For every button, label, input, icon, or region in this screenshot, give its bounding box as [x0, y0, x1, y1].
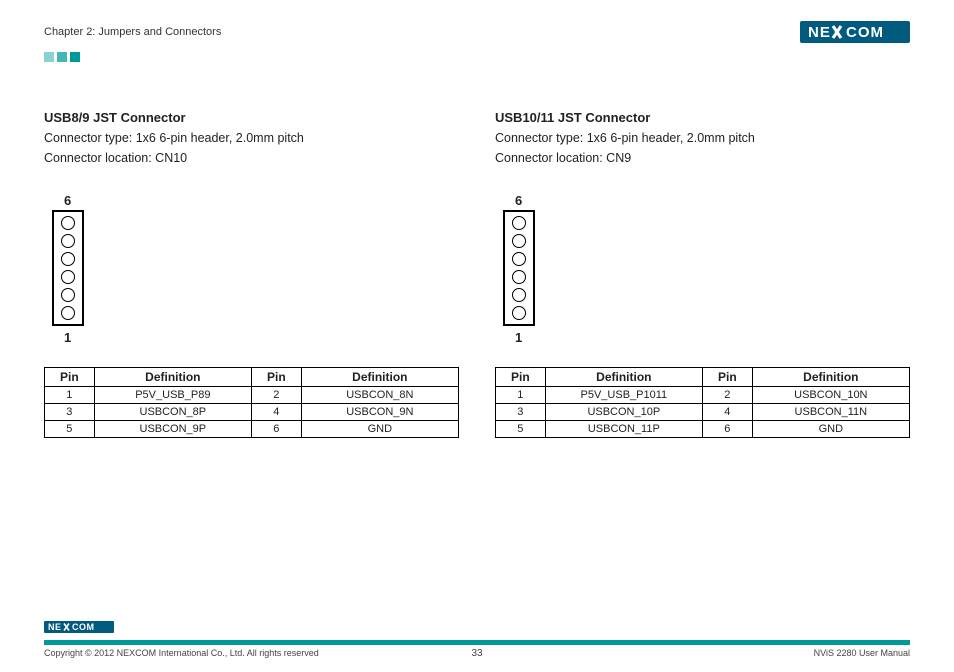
cell-pin: 4: [251, 404, 301, 421]
cell-pin: 5: [45, 421, 95, 438]
page: Chapter 2: Jumpers and Connectors NE COM…: [0, 0, 954, 672]
pinout-table: Pin Definition Pin Definition 1 P5V_USB_…: [44, 367, 459, 438]
right-column: USB10/11 JST Connector Connector type: 1…: [495, 110, 910, 438]
th-pin: Pin: [702, 368, 752, 387]
cell-def: USBCON_10N: [752, 387, 909, 404]
th-def: Definition: [545, 368, 702, 387]
square-icon: [57, 52, 67, 62]
content-columns: USB8/9 JST Connector Connector type: 1x6…: [44, 110, 910, 438]
decorative-squares: [44, 52, 910, 62]
connector-location: Connector location: CN10: [44, 149, 459, 167]
cell-pin: 4: [702, 404, 752, 421]
th-def: Definition: [752, 368, 909, 387]
pin-circle-icon: [61, 306, 75, 320]
connector-diagram: 6 1: [52, 193, 459, 345]
left-column: USB8/9 JST Connector Connector type: 1x6…: [44, 110, 459, 438]
pin-circle-icon: [512, 288, 526, 302]
footer-divider: [44, 640, 910, 645]
nexcom-logo-icon: NE COM: [44, 621, 114, 633]
connector-diagram: 6 1: [503, 193, 910, 345]
table-header-row: Pin Definition Pin Definition: [496, 368, 910, 387]
pin-circle-icon: [512, 252, 526, 266]
cell-pin: 3: [496, 404, 546, 421]
cell-def: GND: [752, 421, 909, 438]
brand-logo: NE COM: [800, 21, 910, 43]
cell-def: GND: [301, 421, 458, 438]
cell-pin: 6: [251, 421, 301, 438]
cell-pin: 1: [45, 387, 95, 404]
table-row: 5 USBCON_11P 6 GND: [496, 421, 910, 438]
cell-pin: 6: [702, 421, 752, 438]
pin-label-top: 6: [64, 193, 459, 208]
page-header: Chapter 2: Jumpers and Connectors NE COM: [44, 18, 910, 46]
cell-pin: 2: [251, 387, 301, 404]
svg-text:COM: COM: [72, 622, 95, 632]
table-header-row: Pin Definition Pin Definition: [45, 368, 459, 387]
pin1-indicator-icon: [503, 316, 513, 326]
nexcom-logo-icon: NE COM: [800, 21, 910, 43]
cell-def: USBCON_8P: [94, 404, 251, 421]
pin-label-top: 6: [515, 193, 910, 208]
connector-type: Connector type: 1x6 6-pin header, 2.0mm …: [44, 129, 459, 147]
th-pin: Pin: [251, 368, 301, 387]
table-row: 1 P5V_USB_P89 2 USBCON_8N: [45, 387, 459, 404]
table-row: 5 USBCON_9P 6 GND: [45, 421, 459, 438]
cell-pin: 2: [702, 387, 752, 404]
th-def: Definition: [94, 368, 251, 387]
pin-circle-icon: [61, 288, 75, 302]
cell-pin: 1: [496, 387, 546, 404]
section-title: USB10/11 JST Connector: [495, 110, 910, 125]
table-row: 3 USBCON_8P 4 USBCON_9N: [45, 404, 459, 421]
connector-body: [503, 210, 535, 326]
th-def: Definition: [301, 368, 458, 387]
pin-circle-icon: [512, 216, 526, 230]
brand-logo-small: NE COM: [44, 620, 910, 638]
pin-circle-icon: [512, 234, 526, 248]
page-number: 33: [44, 648, 910, 659]
cell-def: P5V_USB_P1011: [545, 387, 702, 404]
svg-text:COM: COM: [846, 24, 884, 41]
cell-def: USBCON_11N: [752, 404, 909, 421]
chapter-title: Chapter 2: Jumpers and Connectors: [44, 26, 221, 38]
cell-def: P5V_USB_P89: [94, 387, 251, 404]
pin-circle-icon: [512, 270, 526, 284]
section-title: USB8/9 JST Connector: [44, 110, 459, 125]
square-icon: [70, 52, 80, 62]
table-row: 3 USBCON_10P 4 USBCON_11N: [496, 404, 910, 421]
cell-pin: 5: [496, 421, 546, 438]
footer-info-row: Copyright © 2012 NEXCOM International Co…: [44, 648, 910, 658]
svg-text:NE: NE: [808, 24, 831, 41]
svg-text:NE: NE: [48, 622, 62, 632]
cell-def: USBCON_8N: [301, 387, 458, 404]
pin1-indicator-icon: [52, 316, 62, 326]
pin-label-bottom: 1: [64, 330, 459, 345]
cell-def: USBCON_10P: [545, 404, 702, 421]
cell-def: USBCON_9P: [94, 421, 251, 438]
connector-location: Connector location: CN9: [495, 149, 910, 167]
connector-body: [52, 210, 84, 326]
pinout-table: Pin Definition Pin Definition 1 P5V_USB_…: [495, 367, 910, 438]
page-footer: NE COM Copyright © 2012 NEXCOM Internati…: [44, 620, 910, 658]
connector-type: Connector type: 1x6 6-pin header, 2.0mm …: [495, 129, 910, 147]
cell-pin: 3: [45, 404, 95, 421]
th-pin: Pin: [496, 368, 546, 387]
cell-def: USBCON_11P: [545, 421, 702, 438]
table-row: 1 P5V_USB_P1011 2 USBCON_10N: [496, 387, 910, 404]
th-pin: Pin: [45, 368, 95, 387]
pin-circle-icon: [512, 306, 526, 320]
pin-circle-icon: [61, 216, 75, 230]
cell-def: USBCON_9N: [301, 404, 458, 421]
pin-circle-icon: [61, 270, 75, 284]
pin-circle-icon: [61, 252, 75, 266]
pin-label-bottom: 1: [515, 330, 910, 345]
pin-circle-icon: [61, 234, 75, 248]
square-icon: [44, 52, 54, 62]
